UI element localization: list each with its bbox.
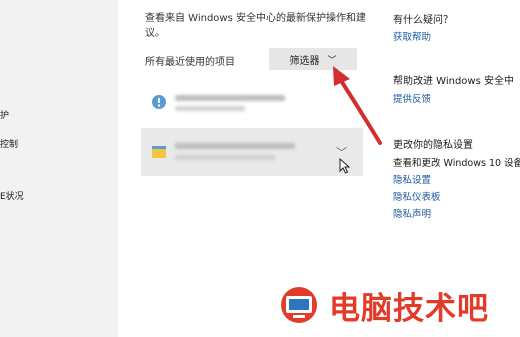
get-help-link[interactable]: 获取帮助 [393,29,431,43]
filter-button-label: 筛选器 [289,55,320,67]
privacy-description: 查看和更改 Windows 10 设备 [393,158,520,169]
shield-icon [152,146,166,158]
page-description: 查看来自 Windows 安全中心的最新保护操作和建议。 [145,13,366,39]
blurred-subtitle [175,155,275,160]
question-heading: 有什么疑问？ [393,15,453,26]
warning-icon [152,95,166,109]
improve-heading: 帮助改进 Windows 安全中 [393,76,514,87]
privacy-heading: 更改你的隐私设置 [393,140,473,151]
privacy-statement-link[interactable]: 隐私声明 [393,206,431,220]
watermark-logo [281,287,317,323]
watermark: 电脑技术吧 [273,283,489,327]
watermark-text: 电脑技术吧 [329,290,489,327]
sidebar-item-protection[interactable]: 护 [0,108,9,121]
recent-items-label: 所有最近使用的项目 [145,57,235,68]
filter-button[interactable]: 筛选器 ﹀ [269,48,357,70]
list-item[interactable]: ﹀ [141,128,363,176]
feedback-link[interactable]: 提供反馈 [393,91,431,105]
mouse-cursor-icon [339,158,351,174]
blurred-title [175,143,295,149]
privacy-dashboard-link[interactable]: 隐私仪表板 [393,189,441,203]
list-item[interactable] [141,78,363,126]
blurred-title [175,95,285,101]
sidebar-item-control[interactable]: 控制 [0,137,18,150]
chevron-down-icon: ﹀ [327,55,337,66]
privacy-settings-link[interactable]: 隐私设置 [393,172,431,186]
blurred-subtitle [175,106,245,111]
sidebar: 护 控制 E状况 [0,0,118,337]
sidebar-item-status[interactable]: E状况 [0,189,24,202]
